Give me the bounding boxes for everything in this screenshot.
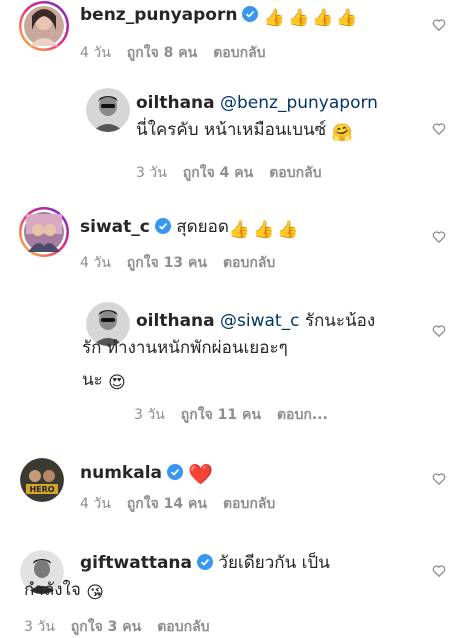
comment-meta: 3 วัน ถูกใจ 11 คน ตอบก... [134, 404, 344, 426]
comment: giftwattana วัยเดียวกัน เป็น กำลังใจ 😘 3… [0, 540, 475, 636]
hugging-face-emoji: 🤗 [331, 123, 353, 143]
comment: HERO numkala ❤️ 4 วัน ถูกใจ 14 คน ตอบกลับ [0, 448, 475, 518]
heart-eyes-emoji: 😍 [108, 373, 126, 393]
likes-count[interactable]: ถูกใจ 8 คน [127, 42, 197, 64]
svg-text:HERO: HERO [29, 485, 54, 494]
heart-outline-icon[interactable] [432, 564, 446, 578]
comment-meta: 4 วัน ถูกใจ 13 คน ตอบกลับ [80, 252, 291, 274]
red-heart-emoji: ❤️ [188, 462, 214, 486]
username[interactable]: siwat_c [80, 217, 150, 237]
comment-reply: oilthana @benz_punyaporn นี่ใครคับ หน้าเ… [0, 82, 475, 192]
comment-meta: 3 วัน ถูกใจ 3 คน ตอบกลับ [24, 616, 226, 638]
timestamp: 4 วัน [80, 255, 111, 271]
comment-reply: oilthana @siwat_c รักนะน้อง รัก ทำงานหนั… [0, 296, 475, 436]
reply-button[interactable]: ตอบกลับ [223, 252, 275, 274]
reply-button[interactable]: ตอบก... [277, 404, 328, 426]
username[interactable]: oilthana [136, 93, 215, 113]
comment-meta: 4 วัน ถูกใจ 14 คน ตอบกลับ [80, 493, 291, 515]
comment: benz_punyaporn 👍👍👍👍 4 วัน ถูกใจ 8 คน ตอบกล… [0, 0, 475, 70]
verified-badge-icon [242, 6, 259, 22]
reply-button[interactable]: ตอบกลับ [223, 493, 275, 515]
comment: siwat_c สุดยอด👍👍👍 4 วัน ถูกใจ 13 คน ตอบกลั… [0, 202, 475, 272]
reply-button[interactable]: ตอบกลับ [157, 616, 209, 638]
username[interactable]: oilthana [136, 311, 215, 331]
mention-link[interactable]: @benz_punyaporn [220, 93, 378, 113]
likes-count[interactable]: ถูกใจ 13 คน [127, 252, 207, 274]
comment-text: นี่ใครคับ หน้าเหมือนเบนซ์ 🤗 [136, 114, 353, 149]
heart-outline-icon[interactable] [432, 230, 446, 244]
reply-button[interactable]: ตอบกลับ [213, 42, 265, 64]
timestamp: 4 วัน [80, 496, 111, 512]
likes-count[interactable]: ถูกใจ 14 คน [127, 493, 207, 515]
heart-outline-icon[interactable] [432, 472, 446, 486]
timestamp: 3 วัน [136, 165, 167, 181]
avatar[interactable] [18, 0, 70, 52]
comment-text: วัยเดียวกัน เป็น [218, 553, 330, 573]
username[interactable]: giftwattana [80, 553, 192, 573]
timestamp: 3 วัน [134, 407, 165, 423]
avatar[interactable] [86, 88, 130, 132]
heart-outline-icon[interactable] [432, 122, 446, 136]
comment-text: สุดยอด [176, 217, 229, 237]
comment-text: รักนะน้อง [304, 311, 376, 331]
avatar[interactable] [18, 206, 70, 258]
comment-text-continued: รัก ทำงานหนักพักผ่อนเยอะๆ นะ 😍 [82, 332, 288, 399]
reply-button[interactable]: ตอบกลับ [269, 162, 321, 184]
username[interactable]: benz_punyaporn [80, 5, 237, 25]
comment-text-continued: กำลังใจ 😘 [24, 574, 104, 609]
heart-outline-icon[interactable] [432, 18, 446, 32]
avatar[interactable]: HERO [20, 458, 64, 502]
heart-outline-icon[interactable] [432, 324, 446, 338]
kissing-face-emoji: 😘 [86, 583, 104, 603]
comment-meta: 4 วัน ถูกใจ 8 คน ตอบกลับ [80, 42, 282, 64]
verified-badge-icon [154, 218, 171, 234]
timestamp: 4 วัน [80, 45, 111, 61]
timestamp: 3 วัน [24, 619, 55, 635]
thumbs-up-emoji: 👍👍👍 [228, 220, 302, 240]
verified-badge-icon [197, 554, 213, 570]
comment-meta: 3 วัน ถูกใจ 4 คน ตอบกลับ [136, 162, 338, 184]
username[interactable]: numkala [80, 463, 162, 483]
verified-badge-icon [167, 464, 183, 480]
likes-count[interactable]: ถูกใจ 3 คน [71, 616, 141, 638]
likes-count[interactable]: ถูกใจ 11 คน [181, 404, 261, 426]
likes-count[interactable]: ถูกใจ 4 คน [183, 162, 253, 184]
mention-link[interactable]: @siwat_c [220, 311, 299, 331]
thumbs-up-emoji: 👍👍👍👍 [263, 8, 361, 28]
